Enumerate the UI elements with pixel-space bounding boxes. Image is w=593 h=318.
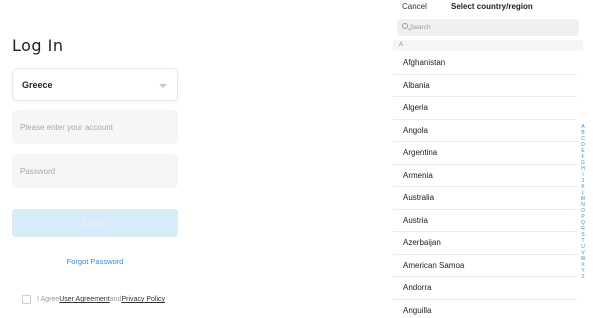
country-picker: Cancel Select country/region A Afghanist… <box>393 0 593 318</box>
list-item[interactable]: Armenia <box>393 165 577 187</box>
account-input[interactable] <box>12 110 178 144</box>
list-item[interactable]: Australia <box>393 187 577 210</box>
login-screen: Log In Greece Log In Forgot Password I A… <box>0 0 190 318</box>
search-icon <box>402 23 408 29</box>
alphabet-index[interactable]: A B C D E F G H I J K L M N O P Q R S T … <box>578 124 588 280</box>
list-item[interactable]: Andorra <box>393 277 577 300</box>
privacy-policy-link[interactable]: Privacy Policy <box>121 296 165 303</box>
list-item[interactable]: Albania <box>393 75 577 97</box>
list-item[interactable]: Angola <box>393 120 577 142</box>
forgot-password-link[interactable]: Forgot Password <box>0 257 190 266</box>
list-item[interactable]: Argentina <box>393 142 577 165</box>
list-item[interactable]: American Samoa <box>393 255 577 277</box>
search-box[interactable] <box>397 19 579 36</box>
agree-and: and <box>109 296 122 303</box>
picker-header: Cancel Select country/region <box>393 0 593 14</box>
list-item[interactable]: Afghanistan <box>393 52 577 75</box>
agree-prefix: I Agree <box>37 296 60 303</box>
search-input[interactable] <box>410 21 570 34</box>
section-header: A <box>393 40 583 51</box>
agree-checkbox[interactable] <box>22 295 31 304</box>
country-select-value: Greece <box>22 80 53 90</box>
list-item[interactable]: Austria <box>393 210 577 232</box>
cancel-button[interactable]: Cancel <box>402 2 427 11</box>
picker-title: Select country/region <box>451 2 533 11</box>
page-title: Log In <box>12 36 64 55</box>
password-input[interactable] <box>12 154 178 188</box>
login-button[interactable]: Log In <box>12 209 178 237</box>
list-item[interactable]: Azerbaijan <box>393 232 577 255</box>
country-select[interactable]: Greece <box>12 68 178 101</box>
agreement-row: I Agree User Agreement and Privacy Polic… <box>22 295 165 304</box>
index-letter[interactable]: Z <box>581 274 584 280</box>
list-item[interactable]: Algeria <box>393 97 577 120</box>
chevron-down-icon <box>159 84 167 88</box>
user-agreement-link[interactable]: User Agreement <box>59 296 110 303</box>
country-list: Afghanistan Albania Algeria Angola Argen… <box>393 52 577 318</box>
list-item[interactable]: Anguilla <box>393 300 577 318</box>
